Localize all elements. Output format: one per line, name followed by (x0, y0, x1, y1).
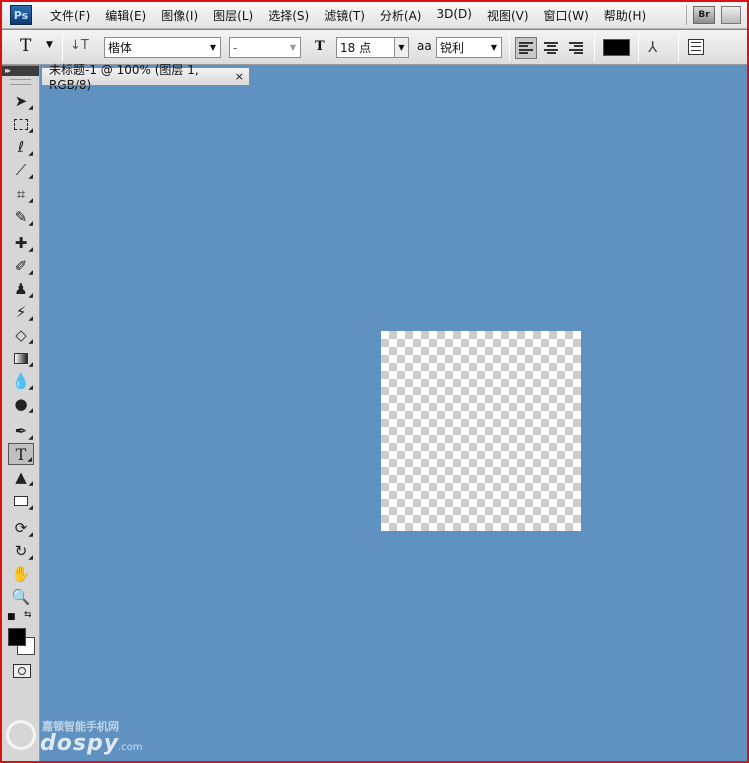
align-right-button[interactable] (565, 37, 587, 59)
pen-icon[interactable]: ✒ ◢ (8, 420, 34, 442)
blur-icon[interactable]: 💧 ◢ (8, 370, 34, 392)
menu-layer[interactable]: 图层(L) (213, 7, 253, 24)
hand-icon[interactable]: ✋ (8, 563, 34, 585)
menu-filter[interactable]: 滤镜(T) (324, 7, 365, 24)
eyedropper-icon[interactable]: ✎ ◢ (8, 206, 34, 228)
menu-bar: Ps 文件(F) 编辑(E) 图像(I) 图层(L) 选择(S) 滤镜(T) 分… (2, 2, 747, 29)
dodge-icon[interactable]: ● ◢ (8, 393, 34, 415)
menu-analysis[interactable]: 分析(A) (380, 7, 422, 24)
panel-grip[interactable] (10, 79, 31, 85)
clone-stamp-icon[interactable]: ♟ ◢ (8, 278, 34, 300)
antialias-value: 锐利 (440, 41, 465, 55)
menu-3d[interactable]: 3D(D) (436, 7, 471, 24)
zoom-icon[interactable]: 🔍 (8, 586, 34, 608)
text-color-swatch[interactable] (603, 39, 630, 56)
healing-brush-icon[interactable]: ✚ ◢ (8, 232, 34, 254)
type-icon[interactable]: T ◢ (8, 443, 34, 465)
align-left-icon (519, 42, 533, 54)
align-left-button[interactable] (515, 37, 537, 59)
bridge-button[interactable]: Br (693, 6, 715, 24)
options-bar: T ▼ ↓T 楷体 ▼ - ▼ T 18 点 ▼ aa 锐利 ▼ ⅄ (2, 30, 747, 65)
text-orientation-icon[interactable]: ↓T (70, 38, 89, 59)
menu-help[interactable]: 帮助(H) (604, 7, 646, 24)
menubar-divider (686, 5, 687, 25)
antialias-icon: aa (417, 39, 432, 53)
menu-view[interactable]: 视图(V) (487, 7, 529, 24)
lasso-icon[interactable]: ℓ ◢ (8, 136, 34, 158)
swap-colors-icon[interactable]: ⇆ (24, 610, 32, 620)
warp-text-icon[interactable]: ⅄ (648, 38, 657, 59)
watermark-brand: dospy (40, 731, 120, 756)
character-panel-icon[interactable] (688, 39, 704, 55)
menu-window[interactable]: 窗口(W) (544, 7, 589, 24)
foreground-color-swatch[interactable] (8, 628, 26, 646)
chevron-down-icon: ▼ (209, 43, 217, 52)
marquee-icon[interactable]: ◢ (8, 113, 34, 135)
magic-wand-icon[interactable]: ⟋ ◢ (8, 159, 34, 181)
divider (62, 34, 63, 61)
rectangle-icon[interactable]: ◢ (8, 490, 34, 512)
document-title: 未标题-1 @ 100% (图层 1, RGB/8) (49, 63, 199, 92)
move-icon[interactable]: ➤ ◢ (8, 90, 34, 112)
document-tab[interactable]: 未标题-1 @ 100% (图层 1, RGB/8) × (41, 63, 250, 92)
align-right-icon (569, 42, 583, 54)
tools-panel: ▸▸ ➤ ◢ ◢ ℓ ◢ ⟋ ◢ ⌗ ◢ ✎ ◢ ✚ ◢ ✐ ◢ ♟ ◢ ⚡ ◢ ◇ ◢ ◢ 💧 ◢ … (2, 66, 40, 761)
gradient-icon[interactable]: ◢ (8, 347, 34, 369)
default-colors-icon[interactable]: ■ (7, 612, 16, 622)
chevron-down-icon: ▼ (490, 43, 498, 52)
font-size-select[interactable]: 18 点 ▼ (336, 37, 409, 58)
document-canvas[interactable] (381, 331, 581, 531)
font-style-select[interactable]: - ▼ (229, 37, 301, 58)
font-size-value: 18 点 (340, 41, 372, 55)
screen-mode-button[interactable] (721, 6, 741, 24)
menu-edit[interactable]: 编辑(E) (105, 7, 146, 24)
close-icon[interactable]: × (235, 70, 244, 83)
path-selection-icon[interactable]: ▲ ◢ (8, 466, 34, 488)
menu-file[interactable]: 文件(F) (50, 7, 90, 24)
font-family-select[interactable]: 楷体 ▼ (104, 37, 221, 58)
antialias-select[interactable]: 锐利 ▼ (436, 37, 502, 58)
window-frame (0, 0, 749, 763)
chevron-down-icon[interactable]: ▼ (46, 40, 53, 61)
3d-rotate-icon[interactable]: ⟳ ◢ (8, 517, 34, 539)
chevron-down-icon: ▼ (394, 38, 408, 57)
tool-preset-icon[interactable]: T (20, 36, 31, 57)
divider (509, 34, 510, 61)
menubar-right: Br (686, 5, 741, 25)
crop-icon[interactable]: ⌗ ◢ (8, 183, 34, 205)
3d-orbit-icon[interactable]: ↻ ◢ (8, 540, 34, 562)
brush-icon[interactable]: ✐ ◢ (8, 255, 34, 277)
history-brush-icon[interactable]: ⚡ ◢ (8, 301, 34, 323)
divider (638, 34, 639, 61)
eraser-icon[interactable]: ◇ ◢ (8, 324, 34, 346)
quick-mask-button[interactable] (13, 664, 31, 678)
photoshop-logo[interactable]: Ps (10, 5, 32, 25)
panel-collapse-icon[interactable]: ▸▸ (2, 66, 39, 76)
divider (678, 34, 679, 61)
divider (594, 34, 595, 61)
align-center-icon (544, 42, 558, 54)
font-size-icon: T (315, 39, 325, 54)
watermark-swoosh-icon (1, 715, 41, 755)
watermark-logo: 嘉顿智能手机网 dospy .com (1, 712, 146, 758)
font-style-value: - (233, 40, 238, 55)
align-center-button[interactable] (540, 37, 562, 59)
menu-list: 文件(F) 编辑(E) 图像(I) 图层(L) 选择(S) 滤镜(T) 分析(A… (50, 7, 661, 24)
chevron-down-icon: ▼ (289, 43, 297, 52)
quick-mask-icon (18, 667, 26, 675)
tab-strip-divider (41, 85, 747, 86)
menu-image[interactable]: 图像(I) (161, 7, 198, 24)
watermark-suffix: .com (118, 742, 143, 753)
font-family-value: 楷体 (108, 41, 133, 55)
menu-select[interactable]: 选择(S) (268, 7, 309, 24)
